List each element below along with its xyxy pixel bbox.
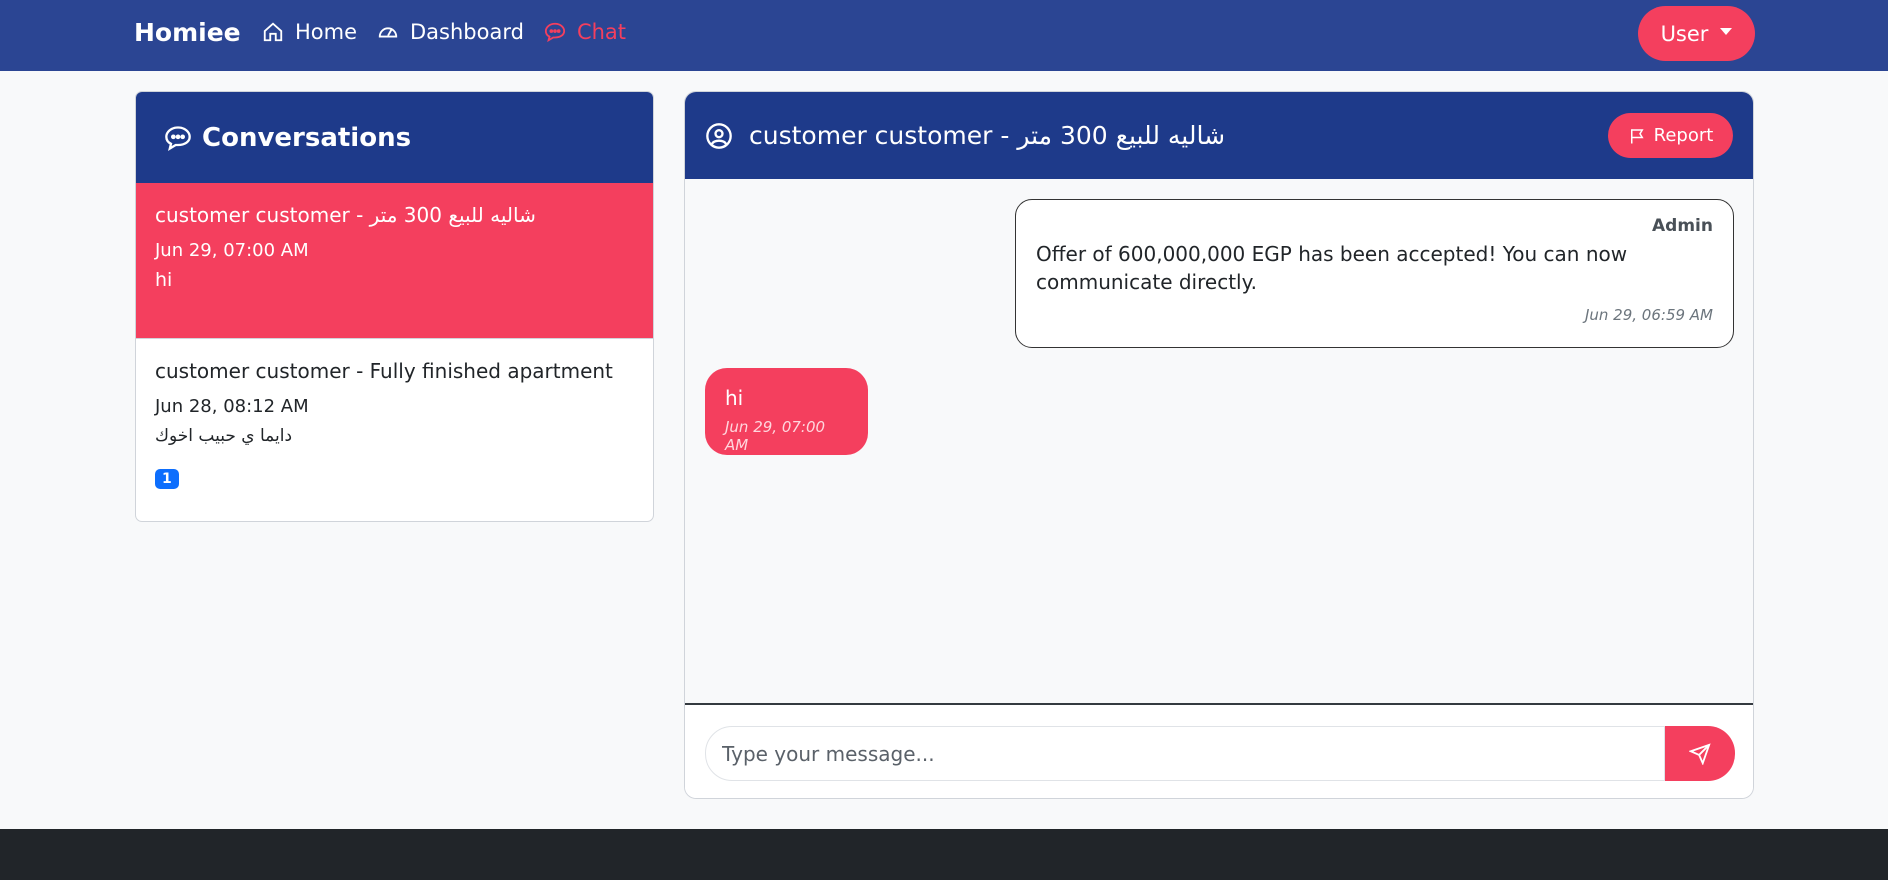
conversation-item[interactable]: customer customer - Fully finished apart… (136, 339, 653, 521)
caret-down-icon (1720, 28, 1733, 35)
user-menu-label: User (1660, 21, 1709, 46)
report-button[interactable]: Report (1608, 113, 1733, 158)
conversation-time: Jun 28, 08:12 AM (155, 396, 309, 417)
unread-badge: 1 (155, 469, 179, 489)
flag-icon (1628, 127, 1646, 145)
chat-panel: customer customer - شاليه للبيع 300 متر … (684, 91, 1754, 799)
nav-home[interactable]: Home (262, 20, 357, 44)
message-time: Jun 29, 07:00 AM (725, 418, 826, 454)
message-bubble-user: hi Jun 29, 07:00 AM (705, 368, 868, 455)
message-input-area (685, 703, 1753, 798)
send-icon (1689, 742, 1711, 765)
conversation-time: Jun 29, 07:00 AM (155, 240, 309, 261)
send-button[interactable] (1665, 726, 1735, 781)
report-label: Report (1653, 125, 1714, 146)
message-time: Jun 29, 06:59 AM (1584, 306, 1713, 324)
nav-home-label: Home (295, 20, 358, 44)
chat-bubble-icon (164, 124, 192, 152)
messages-area[interactable]: Admin Offer of 600,000,000 EGP has been … (685, 179, 1753, 703)
nav-chat-label: Chat (576, 20, 627, 44)
conversation-name: customer customer - Fully finished apart… (155, 359, 613, 383)
conversation-name: customer customer - شاليه للبيع 300 متر (155, 203, 536, 227)
navbar: Homiee Home Dashboard Chat User (0, 0, 1888, 71)
message-input[interactable] (705, 726, 1665, 781)
chat-icon (544, 21, 566, 43)
conversations-panel: Conversations customer customer - شاليه … (135, 91, 654, 522)
message-text: hi (725, 386, 744, 410)
chat-header: customer customer - شاليه للبيع 300 متر … (685, 92, 1753, 179)
user-menu-button[interactable]: User (1638, 6, 1755, 61)
user-circle-icon (705, 122, 733, 150)
conversation-last-message: دايما ي حبيب اخوك (155, 426, 293, 446)
conversation-item[interactable]: customer customer - شاليه للبيع 300 متر … (136, 183, 653, 339)
nav-dashboard[interactable]: Dashboard (377, 20, 524, 44)
dashboard-icon (377, 21, 399, 43)
message-text: Offer of 600,000,000 EGP has been accept… (1036, 242, 1628, 294)
home-icon (262, 21, 284, 43)
nav-chat[interactable]: Chat (544, 20, 626, 44)
brand-logo[interactable]: Homiee (134, 18, 241, 47)
message-sender: Admin (1652, 216, 1713, 236)
footer (0, 829, 1888, 880)
nav-links: Home Dashboard Chat (262, 20, 646, 44)
message-bubble-admin: Admin Offer of 600,000,000 EGP has been … (1015, 199, 1734, 348)
nav-dashboard-label: Dashboard (410, 20, 524, 44)
conversations-header: Conversations (136, 92, 653, 183)
chat-title: customer customer - شاليه للبيع 300 متر (749, 121, 1226, 150)
conversation-last-message: hi (155, 269, 173, 291)
conversations-title: Conversations (202, 122, 412, 153)
